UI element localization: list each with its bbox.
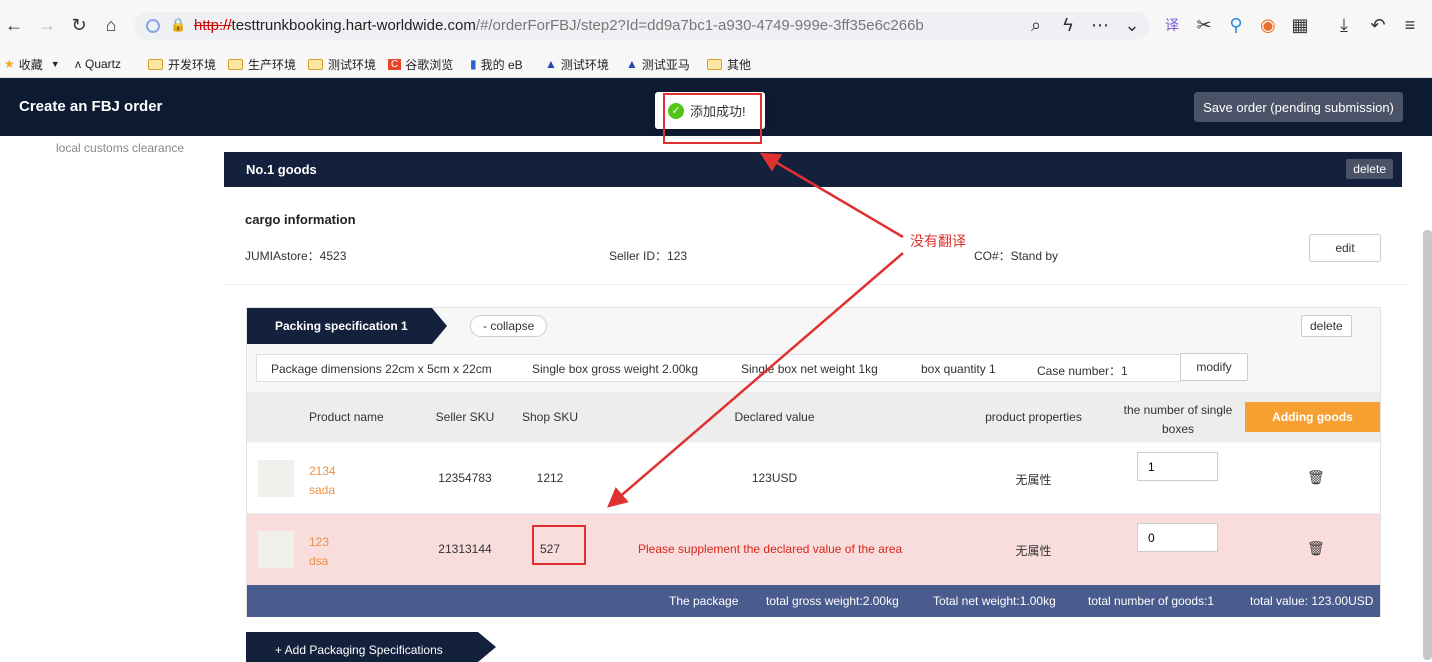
- annotation-label: 没有翻译: [910, 233, 966, 249]
- arrow-to-toast: [759, 152, 904, 239]
- annotation-arrows: [607, 152, 904, 508]
- scrollbar[interactable]: [1423, 230, 1432, 660]
- arrow-to-sku: [607, 252, 904, 508]
